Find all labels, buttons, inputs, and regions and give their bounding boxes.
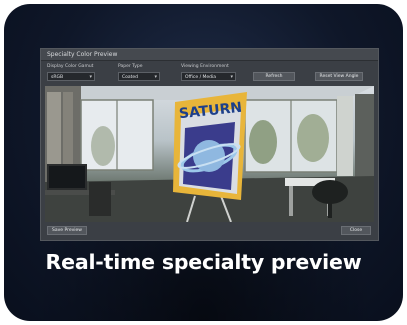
chevron-down-icon: ▾ — [230, 74, 233, 80]
specialty-preview-window: Specialty Color Preview Display Color Ga… — [40, 48, 379, 241]
chevron-down-icon: ▾ — [154, 74, 157, 80]
reset-view-angle-button[interactable]: Reset View Angle — [315, 72, 363, 81]
saturn-poster: SATURN — [173, 92, 247, 200]
display-gamut-select[interactable]: sRGB ▾ — [47, 72, 95, 81]
close-button[interactable]: Close — [341, 226, 371, 235]
preview-viewport[interactable]: SATURN — [45, 86, 374, 222]
room-scene: SATURN — [45, 86, 374, 222]
viewing-env-select[interactable]: Office / Media ▾ — [181, 72, 236, 81]
display-gamut-label: Display Color Gamut — [47, 64, 94, 69]
promo-card: Specialty Color Preview Display Color Ga… — [4, 4, 403, 321]
save-preview-button[interactable]: Save Preview — [47, 226, 87, 235]
chevron-down-icon: ▾ — [89, 74, 92, 80]
paper-type-value: Coated — [122, 75, 139, 80]
paper-type-select[interactable]: Coated ▾ — [118, 72, 160, 81]
paper-type-label: Paper Type — [118, 64, 143, 69]
viewing-env-label: Viewing Environment — [181, 64, 229, 69]
viewing-env-value: Office / Media — [185, 75, 217, 80]
display-gamut-value: sRGB — [51, 75, 64, 80]
refresh-button[interactable]: Refresh — [253, 72, 295, 81]
window-title: Specialty Color Preview — [41, 49, 378, 61]
feature-caption: Real-time specialty preview — [45, 250, 362, 274]
window-footer: Save Preview Close — [41, 223, 378, 240]
